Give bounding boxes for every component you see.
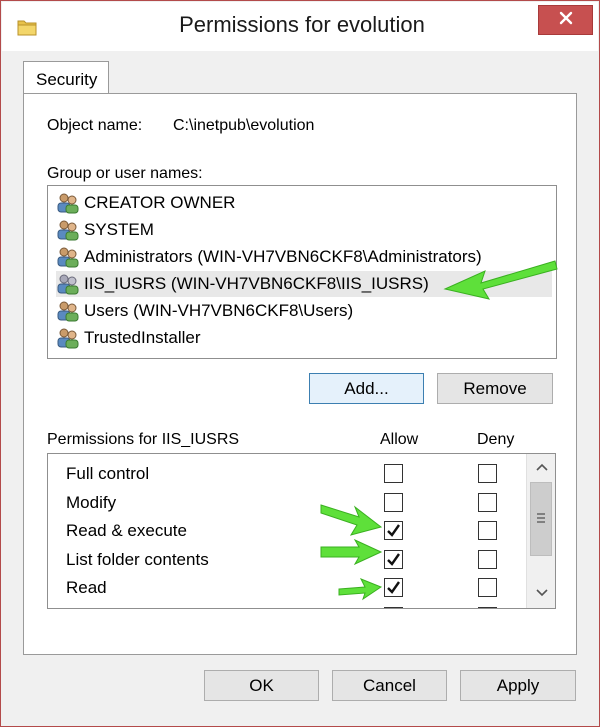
green-arrow-annotation: [443, 260, 558, 300]
permission-name: Read: [66, 578, 107, 597]
allow-checkbox[interactable]: [384, 464, 403, 483]
permission-name: Modify: [66, 493, 117, 512]
tab-security[interactable]: Security: [23, 61, 109, 94]
add-button[interactable]: Add...: [309, 373, 424, 404]
user-group-icon: [56, 300, 80, 322]
allow-checkbox-checked[interactable]: [384, 550, 403, 569]
user-name: CREATOR OWNER: [84, 193, 236, 212]
remove-button[interactable]: Remove: [437, 373, 553, 404]
user-group-icon: [56, 327, 80, 349]
user-group-icon: [56, 192, 80, 214]
permissions-label: Permissions for IIS_IUSRS: [47, 431, 240, 448]
user-name: TrustedInstaller: [84, 328, 201, 347]
chevron-up-icon[interactable]: [531, 456, 552, 478]
ok-button[interactable]: OK: [204, 670, 319, 701]
list-item[interactable]: TrustedInstaller: [56, 325, 552, 351]
window-title: Permissions for evolution: [179, 12, 425, 37]
deny-checkbox[interactable]: [478, 521, 497, 540]
user-name: Users (WIN-VH7VBN6CKF8\Users): [84, 301, 354, 320]
object-name-label: Object name:: [47, 117, 143, 134]
green-arrow-annotation: [338, 578, 383, 601]
permission-row-partial: [48, 603, 528, 608]
close-button[interactable]: [538, 5, 593, 35]
permission-name: List folder contents: [66, 550, 209, 569]
permissions-list[interactable]: Full control Modify Read & execute List …: [47, 453, 556, 609]
permission-row: List folder contents: [48, 546, 528, 574]
checkmark-icon: [387, 524, 400, 537]
permission-name: Read & execute: [66, 521, 187, 540]
permissions-scrollbar[interactable]: [526, 454, 555, 608]
user-group-icon: [56, 219, 80, 241]
allow-checkbox-checked[interactable]: [384, 521, 403, 540]
deny-checkbox[interactable]: [478, 493, 497, 512]
allow-checkbox-checked[interactable]: [384, 578, 403, 597]
deny-checkbox[interactable]: [478, 578, 497, 597]
permission-row: Read & execute: [48, 517, 528, 545]
user-group-icon: [56, 273, 80, 295]
chevron-down-icon[interactable]: [531, 582, 552, 604]
deny-header: Deny: [477, 431, 515, 448]
checkmark-icon: [387, 553, 400, 566]
object-name-value: C:\inetpub\evolution: [173, 117, 315, 134]
green-arrow-annotation: [320, 539, 383, 565]
permission-row: Modify: [48, 489, 528, 517]
title-bar[interactable]: Permissions for evolution: [2, 2, 598, 51]
cancel-button[interactable]: Cancel: [332, 670, 447, 701]
user-group-icon: [56, 246, 80, 268]
scroll-thumb[interactable]: [530, 482, 552, 556]
allow-header: Allow: [380, 431, 419, 448]
user-name: IIS_IUSRS (WIN-VH7VBN6CKF8\IIS_IUSRS): [84, 274, 429, 293]
user-name: SYSTEM: [84, 220, 154, 239]
group-names-label: Group or user names:: [47, 165, 203, 182]
green-arrow-annotation: [320, 504, 383, 536]
permission-row: Full control: [48, 460, 528, 488]
deny-checkbox[interactable]: [478, 464, 497, 483]
permission-row: Read: [48, 574, 528, 602]
permissions-dialog: Permissions for evolution Security Objec…: [0, 0, 600, 727]
allow-checkbox[interactable]: [384, 493, 403, 512]
permission-name: Full control: [66, 464, 150, 483]
user-name: Administrators (WIN-VH7VBN6CKF8\Administ…: [84, 247, 482, 266]
allow-checkbox[interactable]: [384, 607, 403, 608]
checkmark-icon: [387, 581, 400, 594]
list-item[interactable]: SYSTEM: [56, 217, 552, 243]
close-icon: [559, 11, 573, 30]
deny-checkbox[interactable]: [478, 550, 497, 569]
apply-button[interactable]: Apply: [460, 670, 576, 701]
deny-checkbox[interactable]: [478, 607, 497, 608]
list-item[interactable]: CREATOR OWNER: [56, 190, 552, 216]
